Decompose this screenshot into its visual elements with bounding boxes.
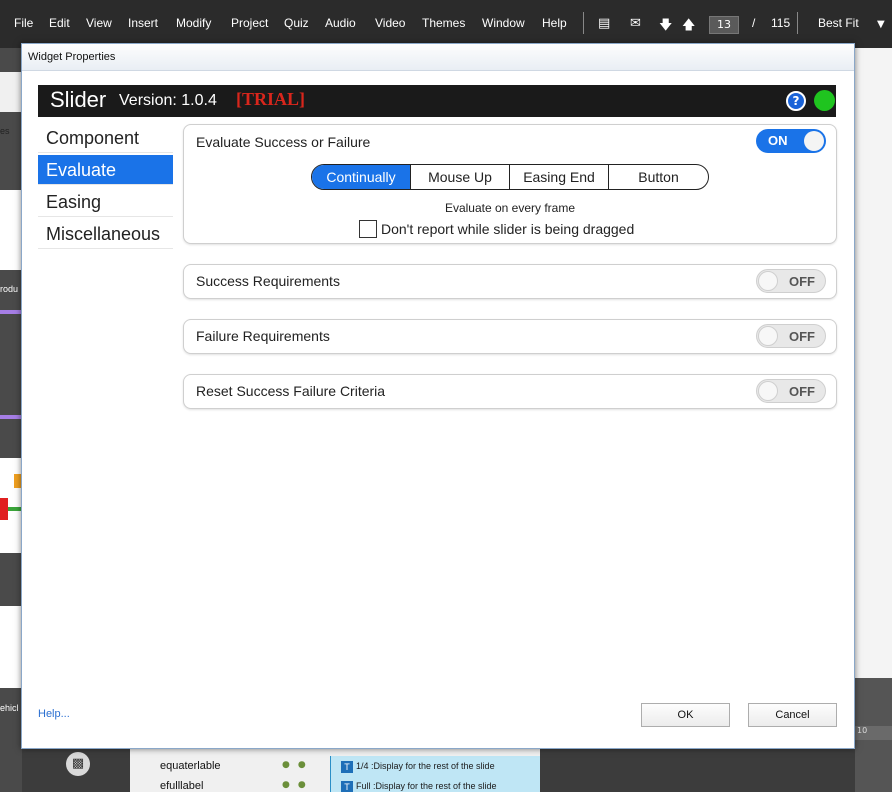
timeline-layer-name: efulllabel xyxy=(160,780,204,792)
slide-thumbnail[interactable] xyxy=(0,606,22,688)
evaluate-description: Evaluate on every frame xyxy=(444,201,576,215)
mode-button[interactable]: Button xyxy=(609,165,708,189)
toggle-label: OFF xyxy=(789,274,815,289)
toggle-label: ON xyxy=(768,133,788,148)
timeline-cell[interactable]: T Full :Display for the rest of the slide xyxy=(330,776,540,792)
timeline-cell[interactable]: T 1/4 :Display for the rest of the slide xyxy=(330,756,540,776)
drag-report-label: Don't report while slider is being dragg… xyxy=(381,221,635,237)
reset-criteria-toggle[interactable]: OFF xyxy=(756,379,826,403)
reset-criteria-title: Reset Success Failure Criteria xyxy=(196,383,386,399)
menu-window[interactable]: Window xyxy=(482,16,525,30)
menu-file[interactable]: File xyxy=(14,16,33,30)
evaluate-toggle[interactable]: ON xyxy=(756,129,826,153)
menu-audio[interactable]: Audio xyxy=(325,16,356,30)
zoom-select[interactable]: Best Fit xyxy=(818,16,859,30)
slide-thumbnail[interactable] xyxy=(0,458,22,553)
timeline-row[interactable]: equaterlable ●● T 1/4 :Display for the re… xyxy=(130,756,540,776)
menu-quiz[interactable]: Quiz xyxy=(284,16,309,30)
widget-name: Slider xyxy=(50,87,107,112)
timeline-layer-name: equaterlable xyxy=(160,760,221,772)
menu-project[interactable]: Project xyxy=(231,16,268,30)
menu-divider xyxy=(583,12,584,34)
menu-modify[interactable]: Modify xyxy=(176,16,211,30)
drag-report-checkbox[interactable] xyxy=(359,220,377,238)
mode-continually[interactable]: Continually xyxy=(312,165,411,189)
chevron-down-icon[interactable]: ▼ xyxy=(877,19,885,30)
toolbar-fragment xyxy=(0,72,22,112)
menu-themes[interactable]: Themes xyxy=(422,16,465,30)
failure-requirements-title: Failure Requirements xyxy=(196,328,330,344)
toggle-knob xyxy=(758,326,778,346)
total-pages: 115 xyxy=(771,16,791,30)
thumbnail-red-mark xyxy=(0,498,8,520)
menu-video[interactable]: Video xyxy=(375,16,405,30)
toggle-label: OFF xyxy=(789,384,815,399)
toggle-knob xyxy=(758,271,778,291)
nav-evaluate[interactable]: Evaluate xyxy=(38,155,173,185)
evaluate-mode-selector: Continually Mouse Up Easing End Button xyxy=(311,164,709,190)
current-page-input[interactable]: 13 xyxy=(709,16,739,34)
toggle-label: OFF xyxy=(789,329,815,344)
menu-divider xyxy=(797,12,798,34)
reset-criteria-panel: Reset Success Failure Criteria OFF xyxy=(183,374,837,409)
slide-thumbnail[interactable] xyxy=(0,190,22,270)
cancel-button[interactable]: Cancel xyxy=(748,703,837,727)
toggle-knob xyxy=(758,381,778,401)
trial-badge: [TRIAL] xyxy=(236,89,306,109)
nav-miscellaneous[interactable]: Miscellaneous xyxy=(38,219,173,249)
failure-requirements-toggle[interactable]: OFF xyxy=(756,324,826,348)
widget-version: Version: 1.0.4 xyxy=(119,92,217,109)
mode-easing-end[interactable]: Easing End xyxy=(510,165,609,189)
menu-edit[interactable]: Edit xyxy=(49,16,70,30)
text-caption-icon: T xyxy=(341,760,353,773)
dialog-titlebar[interactable]: Widget Properties xyxy=(22,44,854,71)
thumbnail-green-mark xyxy=(8,507,22,511)
mode-mouse-up[interactable]: Mouse Up xyxy=(411,165,510,189)
widget-properties-dialog: Widget Properties Slider Version: 1.0.4 … xyxy=(21,43,855,749)
app-menubar: File Edit View Insert Modify Project Qui… xyxy=(0,0,892,48)
success-requirements-toggle[interactable]: OFF xyxy=(756,269,826,293)
caption-icon[interactable]: ▤ xyxy=(598,16,610,31)
filmstrip-panel: es rodu ehicl xyxy=(0,48,22,792)
dialog-body: Slider Version: 1.0.4 [TRIAL] ? Componen… xyxy=(22,71,854,748)
arrow-up-icon[interactable]: 🡅 xyxy=(682,16,695,38)
text-caption-icon: T xyxy=(341,780,353,792)
mail-icon[interactable]: ✉ xyxy=(630,16,641,31)
menu-insert[interactable]: Insert xyxy=(128,16,158,30)
status-indicator xyxy=(814,90,835,111)
evaluate-panel: Evaluate Success or Failure ON Continual… xyxy=(183,124,837,244)
timeline-ruler: 10 xyxy=(855,726,892,740)
nav-component[interactable]: Component xyxy=(38,123,173,153)
timeline-cell-text: 1/4 :Display for the rest of the slide xyxy=(356,761,495,771)
slide-thumbnail-label: rodu xyxy=(0,284,19,294)
toggle-knob xyxy=(804,131,824,151)
nav-easing[interactable]: Easing xyxy=(38,187,173,217)
timeline-panel: equaterlable ●● T 1/4 :Display for the re… xyxy=(130,748,540,792)
thumbnail-divider xyxy=(0,310,22,314)
help-link[interactable]: Help... xyxy=(38,708,70,720)
visibility-dots[interactable]: ●● xyxy=(282,760,314,770)
timeline-row[interactable]: efulllabel ●● T Full :Display for the res… xyxy=(130,776,540,792)
properties-panel-edge: 10 xyxy=(855,48,892,792)
visibility-dots[interactable]: ●● xyxy=(282,780,314,790)
dialog-title: Widget Properties xyxy=(28,51,116,63)
menu-view[interactable]: View xyxy=(86,16,112,30)
success-requirements-title: Success Requirements xyxy=(196,273,340,289)
menu-help[interactable]: Help xyxy=(542,16,567,30)
toolbar-label-fragment: es xyxy=(0,126,10,136)
slide-thumbnail-label: ehicl xyxy=(0,703,19,713)
page-separator: / xyxy=(752,16,756,30)
widget-header: Slider Version: 1.0.4 [TRIAL] ? xyxy=(38,85,836,117)
failure-requirements-panel: Failure Requirements OFF xyxy=(183,319,837,354)
arrow-down-icon[interactable]: 🡇 xyxy=(659,16,672,38)
thumbnail-divider xyxy=(0,415,22,419)
ok-button[interactable]: OK xyxy=(641,703,730,727)
evaluate-title: Evaluate Success or Failure xyxy=(196,134,371,150)
success-requirements-panel: Success Requirements OFF xyxy=(183,264,837,299)
timeline-cell-text: Full :Display for the rest of the slide xyxy=(356,781,497,791)
record-icon[interactable]: ▩ xyxy=(66,752,90,776)
help-icon[interactable]: ? xyxy=(786,91,806,111)
